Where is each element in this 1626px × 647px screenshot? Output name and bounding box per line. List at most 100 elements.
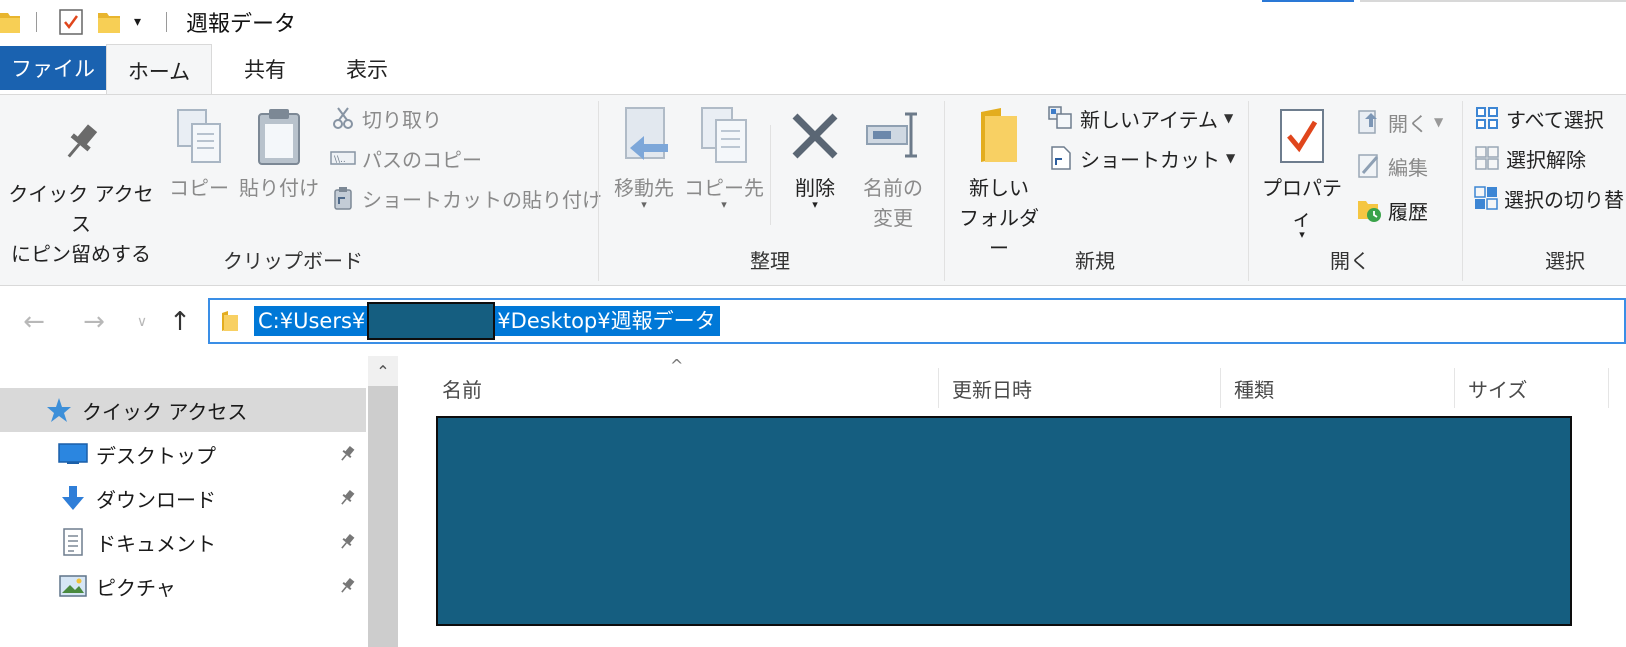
- navigation-bar: ← → ∨ ↑ C:¥Users¥ ¥Desktop¥週報データ: [0, 286, 1626, 356]
- paste-label: 貼り付け: [239, 176, 319, 200]
- nav-item-quick-access[interactable]: クイック アクセス: [0, 388, 366, 432]
- address-path-suffix: ¥Desktop¥週報データ: [497, 309, 716, 333]
- pin-icon[interactable]: [338, 532, 356, 556]
- new-folder-label-line1: 新しい: [969, 176, 1029, 200]
- move-to-icon: [613, 105, 675, 167]
- new-item-button[interactable]: 新しいアイテム ▼: [1048, 101, 1233, 135]
- up-arrow-icon[interactable]: ↑: [160, 302, 200, 342]
- toolbar-separator: [166, 12, 167, 32]
- desktop-icon: [58, 439, 88, 469]
- scroll-up-arrow-icon[interactable]: ⌃: [368, 356, 398, 386]
- navigation-pane: クイック アクセス デスクトップ ダウンロード ドキュメント ピクチャ: [0, 356, 368, 647]
- column-header-size[interactable]: サイズ: [1456, 370, 1606, 406]
- new-folder-label-line2: フォルダー: [959, 206, 1039, 260]
- properties-label: プロパティ: [1262, 176, 1342, 230]
- organize-group-label: 整理: [750, 249, 790, 273]
- history-icon: [1356, 197, 1382, 223]
- address-path[interactable]: C:¥Users¥ ¥Desktop¥週報データ: [254, 302, 720, 340]
- rename-button[interactable]: 名前の 変更: [852, 105, 934, 233]
- copy-to-button[interactable]: コピー先 ▾: [684, 105, 764, 211]
- forward-arrow-icon[interactable]: →: [74, 302, 114, 342]
- cut-button[interactable]: 切り取り: [330, 101, 442, 135]
- copy-path-button[interactable]: \\.. パスのコピー: [330, 141, 482, 175]
- title-accent-line: [1262, 0, 1354, 2]
- paste-shortcut-label: ショートカットの貼り付け: [362, 187, 602, 212]
- new-folder-button[interactable]: 新しい フォルダー: [950, 105, 1048, 263]
- column-divider: [1220, 368, 1221, 408]
- column-header-modified[interactable]: 更新日時: [940, 370, 1210, 406]
- tab-home[interactable]: ホーム: [106, 44, 212, 96]
- svg-text:\\..: \\..: [334, 155, 346, 165]
- new-group-label: 新規: [1075, 249, 1115, 273]
- nav-item-label: ダウンロード: [96, 487, 216, 512]
- column-divider: [1454, 368, 1455, 408]
- copy-button[interactable]: コピー: [164, 105, 234, 203]
- paste-shortcut-icon: [330, 185, 356, 211]
- move-to-dropdown-icon: ▾: [641, 198, 647, 211]
- properties-button[interactable]: プロパティ ▾: [1254, 105, 1350, 241]
- edit-button[interactable]: 編集: [1356, 149, 1428, 183]
- nav-item-documents[interactable]: ドキュメント: [0, 520, 366, 564]
- nav-item-pictures[interactable]: ピクチャ: [0, 564, 366, 608]
- open-icon: [1356, 109, 1382, 135]
- rename-label-line1: 名前の: [863, 176, 923, 200]
- picture-icon: [58, 571, 88, 601]
- address-bar[interactable]: C:¥Users¥ ¥Desktop¥週報データ: [208, 298, 1626, 344]
- pin-to-quick-access-button[interactable]: クイック アクセス にピン留めする: [6, 111, 156, 269]
- ribbon-tabs: ファイル ホーム 共有 表示: [0, 44, 1626, 96]
- copy-path-label: パスのコピー: [362, 147, 482, 172]
- folder-icon: [0, 8, 20, 36]
- cut-label: 切り取り: [362, 107, 442, 132]
- open-button[interactable]: 開く ▼: [1356, 105, 1443, 139]
- clipboard-group-label: クリップボード: [223, 249, 363, 273]
- delete-x-icon: [784, 105, 846, 167]
- column-header-type[interactable]: 種類: [1222, 370, 1448, 406]
- shortcut-label: ショートカット: [1080, 147, 1220, 172]
- back-arrow-icon[interactable]: ←: [14, 302, 54, 342]
- paste-button[interactable]: 貼り付け: [236, 105, 322, 203]
- invert-selection-icon: [1474, 185, 1498, 211]
- nav-item-label: デスクトップ: [96, 443, 216, 468]
- copy-to-dropdown-icon: ▾: [721, 198, 727, 211]
- nav-item-label: ピクチャ: [96, 575, 176, 600]
- toolbar-separator: [36, 12, 37, 32]
- window-title: 週報データ: [186, 12, 297, 37]
- pin-icon[interactable]: [338, 444, 356, 468]
- star-icon: [44, 395, 74, 425]
- pin-icon: [50, 111, 112, 173]
- pin-icon[interactable]: [338, 488, 356, 512]
- download-arrow-icon: [58, 483, 88, 513]
- column-divider: [938, 368, 939, 408]
- copy-label: コピー: [169, 176, 229, 200]
- address-path-prefix: C:¥Users¥: [258, 309, 366, 333]
- customize-dropdown-icon[interactable]: ▾: [134, 8, 141, 36]
- delete-button[interactable]: 削除 ▾: [778, 105, 852, 211]
- delete-dropdown-icon: ▾: [812, 198, 818, 211]
- properties-check-icon[interactable]: [58, 8, 84, 36]
- tab-file[interactable]: ファイル: [0, 46, 106, 90]
- recent-locations-dropdown-icon[interactable]: ∨: [122, 302, 162, 342]
- select-all-button[interactable]: すべて選択: [1474, 101, 1604, 135]
- properties-dropdown-icon: ▾: [1299, 228, 1305, 241]
- edit-label: 編集: [1388, 155, 1428, 180]
- pin-icon[interactable]: [338, 576, 356, 600]
- new-folder-icon[interactable]: [98, 8, 120, 36]
- shortcut-dropdown-icon: ▼: [1226, 151, 1236, 165]
- nav-item-desktop[interactable]: デスクトップ: [0, 432, 366, 476]
- tab-share[interactable]: 共有: [224, 44, 306, 94]
- new-item-label: 新しいアイテム: [1080, 107, 1218, 132]
- column-header-name[interactable]: 名前: [430, 370, 912, 406]
- pin-label-line2: にピン留めする: [11, 242, 151, 266]
- move-to-button[interactable]: 移動先 ▾: [606, 105, 682, 211]
- paste-shortcut-button[interactable]: ショートカットの貼り付け: [330, 181, 602, 215]
- nav-item-downloads[interactable]: ダウンロード: [0, 476, 366, 520]
- tab-view[interactable]: 表示: [326, 44, 408, 94]
- group-separator: [944, 101, 945, 281]
- title-grey-line: [1360, 0, 1626, 2]
- invert-selection-button[interactable]: 選択の切り替え: [1474, 181, 1626, 215]
- file-list: ^ 名前 更新日時 種類 サイズ: [398, 356, 1626, 647]
- select-none-button[interactable]: 選択解除: [1474, 141, 1586, 175]
- easy-access-shortcut-button[interactable]: ショートカット ▼: [1048, 141, 1235, 175]
- navigation-pane-scrollbar[interactable]: ⌃: [368, 356, 398, 647]
- history-button[interactable]: 履歴: [1356, 193, 1428, 227]
